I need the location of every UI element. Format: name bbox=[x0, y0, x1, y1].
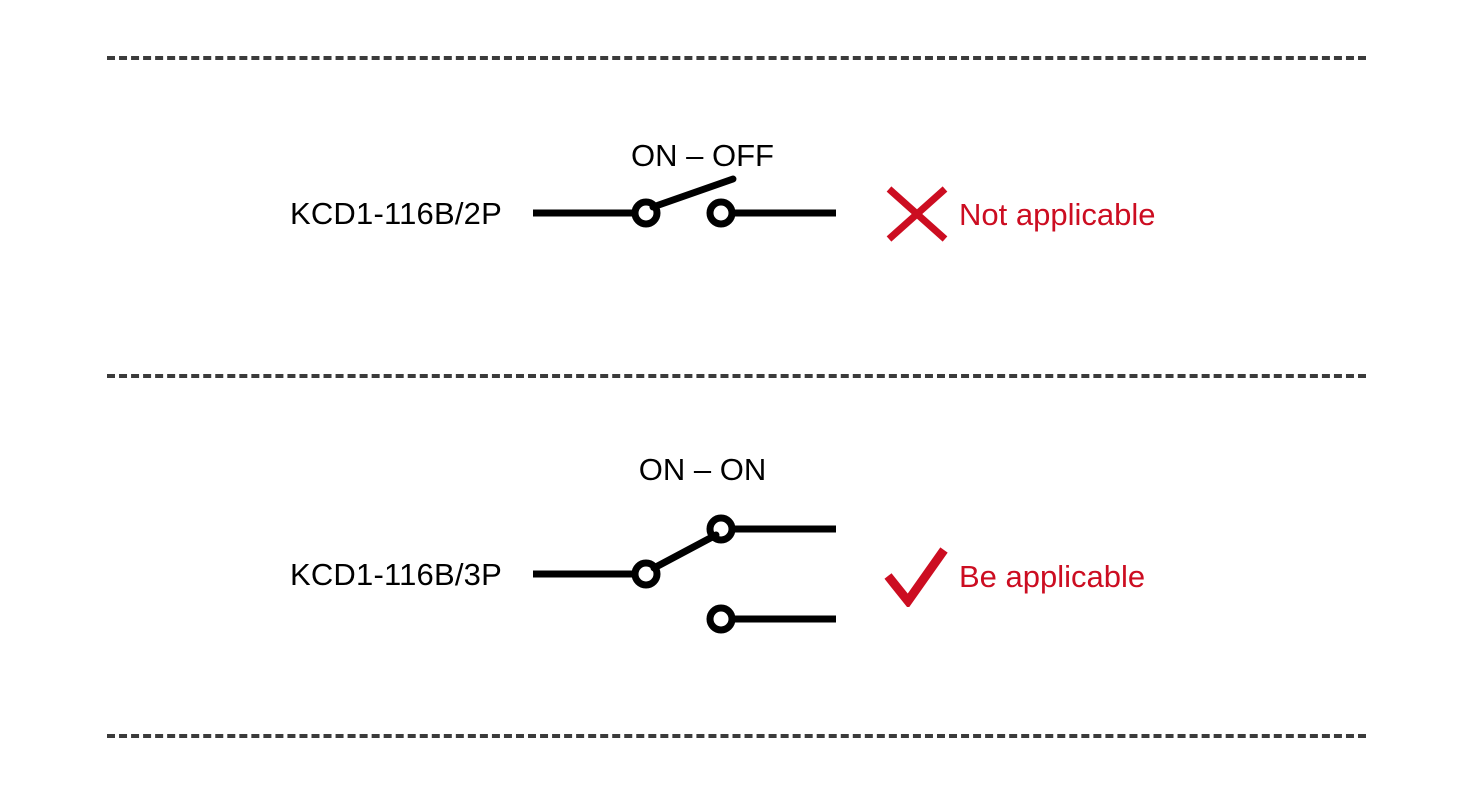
spst-open-switch-symbol bbox=[520, 170, 860, 255]
verdict-be-applicable: Be applicable bbox=[884, 545, 1145, 607]
bottom-divider bbox=[107, 734, 1366, 738]
check-mark-icon bbox=[884, 547, 948, 607]
upper-terminal-circle bbox=[706, 514, 736, 544]
x-mark-icon bbox=[886, 186, 948, 242]
top-divider bbox=[107, 56, 1366, 60]
mode-label-on-on: ON – ON bbox=[638, 452, 767, 487]
closed-contact-blade bbox=[650, 531, 720, 572]
verdict-not-applicable: Not applicable bbox=[884, 185, 1155, 243]
verdict-text-not-applicable: Not applicable bbox=[959, 196, 1156, 232]
mode-label-on-off: ON – OFF bbox=[631, 138, 774, 173]
middle-divider bbox=[107, 374, 1366, 378]
verdict-text-be-applicable: Be applicable bbox=[959, 558, 1146, 594]
lower-terminal-circle bbox=[706, 604, 736, 634]
part-number-label-2p: KCD1-116B/2P bbox=[289, 196, 502, 231]
spdt-switch-symbol bbox=[520, 505, 860, 660]
part-number-label-3p: KCD1-116B/3P bbox=[289, 557, 502, 592]
diagram-canvas: KCD1-116B/2P ON – OFF Not applicable KCD… bbox=[0, 0, 1475, 800]
right-terminal-circle bbox=[706, 198, 736, 228]
